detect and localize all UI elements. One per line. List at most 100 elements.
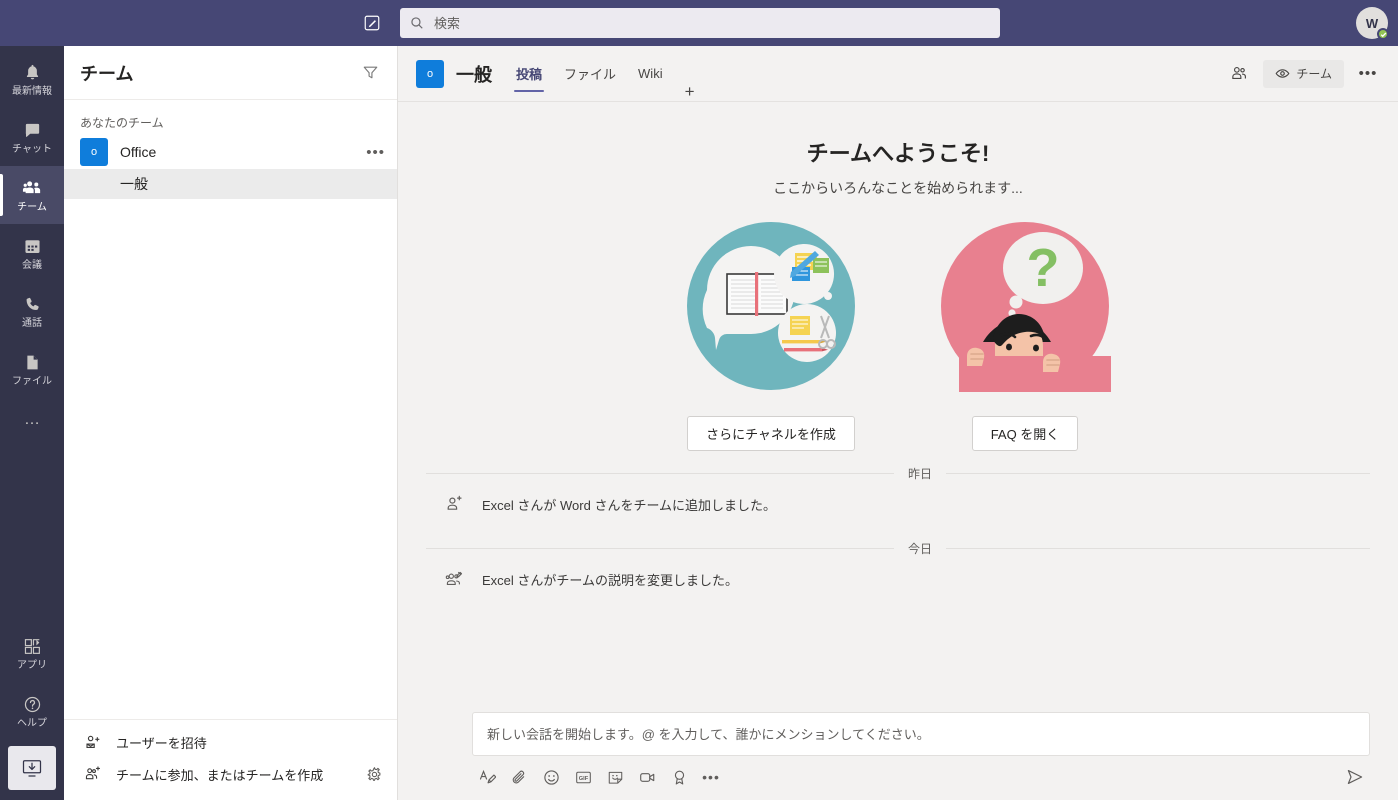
date-divider-label: 昨日 bbox=[908, 467, 933, 481]
search-icon bbox=[410, 15, 426, 31]
invite-user-icon bbox=[84, 734, 104, 751]
conversation-area: チームへようこそ! ここからいろんなことを始められます... さらにチャネルを作… bbox=[398, 102, 1398, 712]
compose-toolbar: GIF ••• bbox=[472, 756, 1370, 790]
sticker-icon[interactable] bbox=[602, 764, 628, 790]
people-icon[interactable] bbox=[1225, 60, 1253, 88]
channel-header: o 一般 投稿 ファイル Wiki + チーム ••• bbox=[398, 46, 1398, 102]
search-box[interactable] bbox=[400, 8, 1000, 38]
apps-icon bbox=[23, 636, 42, 658]
compose-area: GIF bbox=[398, 712, 1398, 800]
join-or-create-team-label: チームに参加、またはチームを作成 bbox=[116, 767, 324, 783]
tab-wiki[interactable]: Wiki bbox=[628, 46, 673, 102]
tab-label: Wiki bbox=[638, 66, 663, 81]
tab-posts[interactable]: 投稿 bbox=[506, 46, 552, 102]
file-icon bbox=[23, 352, 42, 374]
rail-spacer bbox=[0, 442, 64, 624]
channel-row-general[interactable]: 一般 bbox=[64, 169, 397, 199]
main-pane: o 一般 投稿 ファイル Wiki + チーム ••• チームへようこそ! ここ… bbox=[398, 46, 1398, 800]
welcome-card-channels: さらにチャネルを作成 bbox=[665, 220, 877, 451]
channel-header-actions: チーム ••• bbox=[1225, 59, 1382, 88]
svg-text:GIF: GIF bbox=[578, 775, 588, 781]
faq-illustration: ? bbox=[939, 220, 1111, 392]
team-visibility-button[interactable]: チーム bbox=[1263, 59, 1344, 88]
divider-line bbox=[426, 473, 894, 474]
filter-icon[interactable] bbox=[359, 62, 381, 84]
rail-item-teams[interactable]: チーム bbox=[0, 166, 64, 224]
rail-item-label: チーム bbox=[17, 201, 47, 213]
rail-item-label: チャット bbox=[12, 143, 52, 155]
teams-sidebar-footer: ユーザーを招待 チームに参加、またはチームを作成 bbox=[64, 719, 397, 800]
gear-icon[interactable] bbox=[366, 766, 383, 783]
title-bar: W bbox=[0, 0, 1398, 46]
rail-item-calendar[interactable]: 会議 bbox=[0, 224, 64, 282]
system-message-text: Excel さんがチームの説明を変更しました。 bbox=[482, 572, 739, 588]
giphy-icon[interactable]: GIF bbox=[570, 764, 596, 790]
app-body: 最新情報 チャット チーム 会議 通話 ファイル … アプリ ヘルプ チーム あ… bbox=[0, 46, 1398, 800]
invite-users-button[interactable]: ユーザーを招待 bbox=[64, 726, 397, 758]
rail-item-label: 通話 bbox=[22, 317, 42, 329]
create-more-channels-button[interactable]: さらにチャネルを作成 bbox=[687, 416, 855, 451]
welcome-banner: チームへようこそ! ここからいろんなことを始められます... さらにチャネルを作… bbox=[426, 102, 1370, 451]
rail-more-button[interactable]: … bbox=[0, 398, 64, 442]
bell-icon bbox=[23, 62, 42, 84]
divider-line bbox=[946, 473, 1370, 474]
rail-item-label: ファイル bbox=[12, 375, 52, 387]
channel-more-options-button[interactable]: ••• bbox=[1354, 60, 1382, 88]
system-message-member-added: Excel さんが Word さんをチームに追加しました。 bbox=[426, 482, 1370, 526]
rail-item-files[interactable]: ファイル bbox=[0, 340, 64, 398]
welcome-subheading: ここからいろんなことを始められます... bbox=[773, 180, 1023, 196]
more-options-icon[interactable]: ••• bbox=[698, 764, 724, 790]
tab-files[interactable]: ファイル bbox=[554, 46, 626, 102]
teams-icon bbox=[22, 178, 43, 200]
rail-item-chat[interactable]: チャット bbox=[0, 108, 64, 166]
teams-app-window: W 最新情報 bbox=[0, 0, 1398, 800]
rail-item-label: 最新情報 bbox=[12, 85, 52, 97]
compose-input[interactable] bbox=[487, 726, 1355, 742]
join-or-create-team-button[interactable]: チームに参加、またはチームを作成 bbox=[64, 758, 397, 790]
search-input[interactable] bbox=[434, 15, 990, 31]
help-icon bbox=[23, 694, 42, 716]
avatar[interactable]: W bbox=[1356, 7, 1389, 40]
rail-item-label: 会議 bbox=[22, 259, 42, 271]
download-desktop-app-icon[interactable] bbox=[8, 746, 56, 790]
welcome-heading: チームへようこそ! bbox=[806, 141, 990, 166]
rail-item-calls[interactable]: 通話 bbox=[0, 282, 64, 340]
date-divider-label: 今日 bbox=[908, 542, 933, 556]
send-icon[interactable] bbox=[1342, 764, 1368, 790]
emoji-icon[interactable] bbox=[538, 764, 564, 790]
tab-label: 投稿 bbox=[516, 67, 543, 82]
join-create-team-icon bbox=[84, 765, 104, 783]
praise-icon[interactable] bbox=[666, 764, 692, 790]
format-text-icon[interactable] bbox=[474, 764, 500, 790]
teams-sidebar-title: チーム bbox=[80, 63, 134, 84]
welcome-card-faq: ? FAQ を開く bbox=[919, 220, 1131, 451]
add-person-icon bbox=[444, 494, 464, 514]
teams-sidebar-header: チーム bbox=[64, 46, 397, 100]
team-more-options-button[interactable]: ••• bbox=[366, 144, 385, 161]
team-pill-label: チーム bbox=[1296, 67, 1332, 81]
rail-item-help[interactable]: ヘルプ bbox=[0, 682, 64, 740]
channel-tabs: 投稿 ファイル Wiki + bbox=[506, 46, 705, 102]
calendar-icon bbox=[23, 236, 42, 258]
rail-item-apps[interactable]: アプリ bbox=[0, 624, 64, 682]
attach-icon[interactable] bbox=[506, 764, 532, 790]
channel-title: 一般 bbox=[456, 64, 492, 85]
meet-now-icon[interactable] bbox=[634, 764, 660, 790]
teams-sidebar: チーム あなたのチーム o Office ••• 一般 ユーザーを招待 チームに… bbox=[64, 46, 398, 800]
chat-icon bbox=[23, 120, 42, 142]
compose-icon[interactable] bbox=[360, 11, 384, 35]
rail-item-activity[interactable]: 最新情報 bbox=[0, 50, 64, 108]
add-tab-button[interactable]: + bbox=[675, 82, 705, 102]
compose-box[interactable] bbox=[472, 712, 1370, 756]
left-nav-rail: 最新情報 チャット チーム 会議 通話 ファイル … アプリ ヘルプ bbox=[0, 46, 64, 800]
eye-icon bbox=[1275, 66, 1290, 81]
channels-illustration bbox=[685, 220, 857, 392]
divider-line bbox=[426, 548, 894, 549]
presence-available-icon bbox=[1377, 28, 1389, 40]
team-avatar: o bbox=[80, 138, 108, 166]
tab-label: ファイル bbox=[564, 67, 617, 82]
open-faq-button[interactable]: FAQ を開く bbox=[971, 416, 1079, 451]
teams-list: あなたのチーム o Office ••• 一般 bbox=[64, 100, 397, 719]
welcome-cards: さらにチャネルを作成 ? FAQ を開く bbox=[426, 220, 1370, 451]
team-row-office[interactable]: o Office ••• bbox=[64, 135, 397, 169]
